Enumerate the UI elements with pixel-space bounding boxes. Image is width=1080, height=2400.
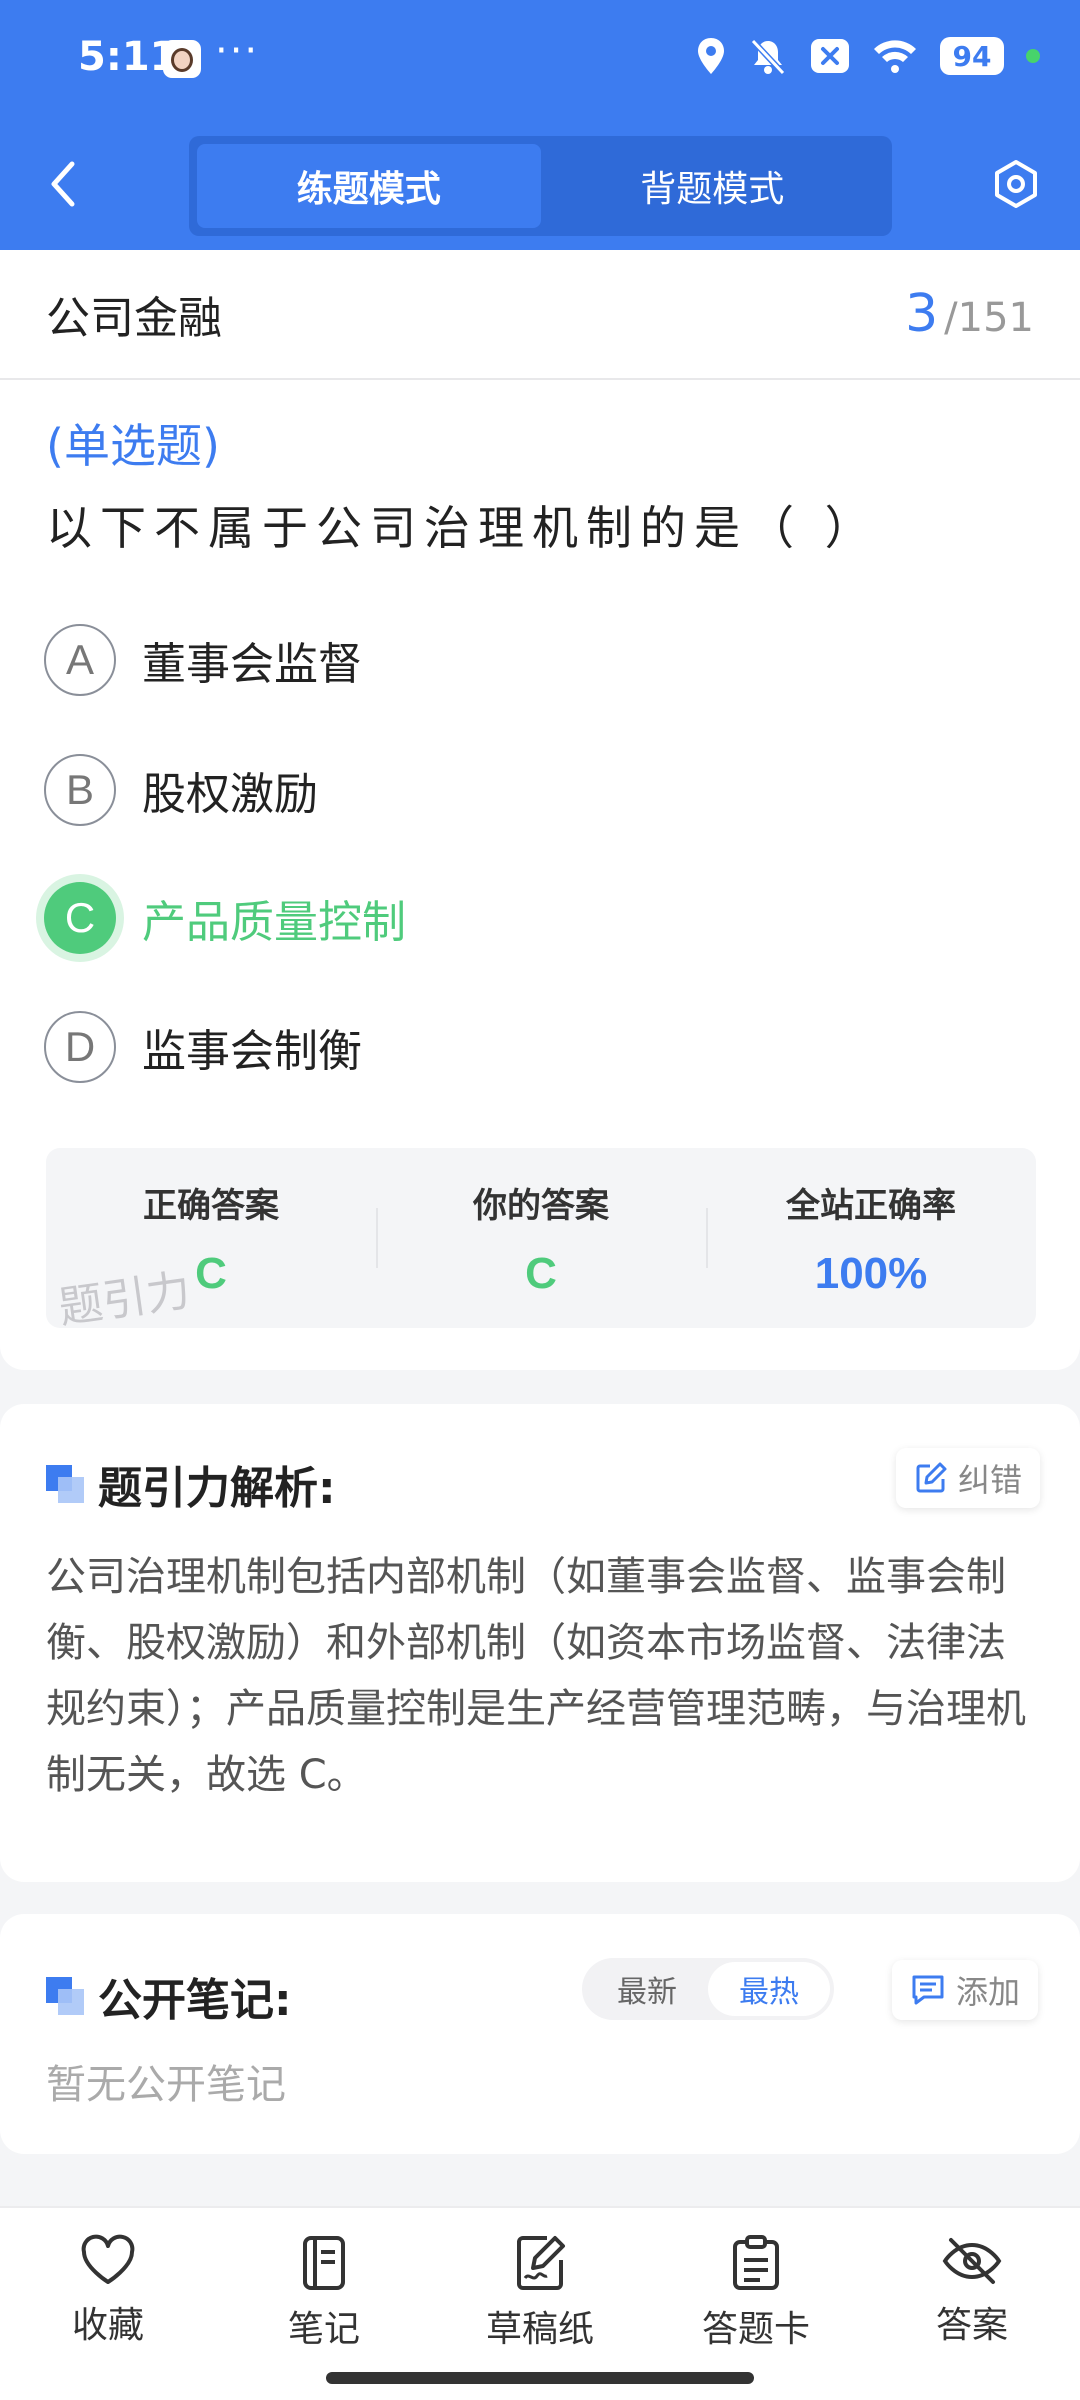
question-type: (单选题) [46, 419, 220, 473]
counter-separator: / [944, 295, 958, 341]
tab-practice-mode[interactable]: 练题模式 [197, 144, 541, 228]
analysis-text: 公司治理机制包括内部机制（如董事会监督、监事会制衡、股权激励）和外部机制（如资本… [46, 1554, 1026, 1798]
your-answer-label: 你的答案 [473, 1186, 609, 1226]
notes-label: 笔记 [287, 2309, 360, 2350]
mode-tabs: 练题模式 背题模式 [189, 136, 892, 236]
question-counter[interactable]: 3/151 [905, 284, 1034, 344]
sort-latest[interactable]: 最新 [586, 1962, 708, 2016]
avatar-notification-icon [163, 40, 201, 78]
notebook-icon [303, 2236, 345, 2290]
bottom-toolbar: 收藏 笔记 草稿纸 答题卡 答案 [0, 2206, 1080, 2400]
draft-paper-button[interactable]: 草稿纸 [450, 2234, 630, 2352]
status-icons: 94 [696, 34, 1040, 78]
question-card: 公司金融 3/151 (单选题) 以下不属于公司治理机制的是（ ） A 董事会监督… [0, 250, 1080, 1370]
question-text: (单选题) 以下不属于公司治理机制的是（ ） [46, 405, 1036, 569]
favorite-label: 收藏 [71, 2305, 144, 2346]
answer-sheet-label: 答题卡 [701, 2309, 810, 2350]
answer-sheet-button[interactable]: 答题卡 [666, 2234, 846, 2352]
option-letter: B [44, 754, 116, 826]
notes-header: 公开笔记: [46, 1964, 292, 2028]
settings-icon[interactable] [990, 158, 1042, 210]
notes-sort-toggle: 最新 最热 [582, 1958, 834, 2020]
edit-icon [916, 1462, 947, 1493]
question-title-bar: 公司金融 3/151 [0, 250, 1080, 380]
notes-card: 公开笔记: 最新 最热 添加 暂无公开笔记 [0, 1914, 1080, 2154]
analysis-card: 题引力解析: 纠错 公司治理机制包括内部机制（如董事会监督、监事会制衡、股权激励… [0, 1404, 1080, 1882]
charging-dot [1026, 49, 1040, 63]
accuracy-label: 全站正确率 [786, 1186, 956, 1226]
option-text: 董事会监督 [142, 639, 362, 690]
battery-level: 94 [940, 37, 1004, 75]
empty-notes-text: 暂无公开笔记 [46, 2062, 286, 2108]
heart-icon [81, 2234, 135, 2284]
more-notifications-icon: ··· [215, 28, 260, 74]
add-note-label: 添加 [956, 1973, 1021, 2011]
tab-memorize-mode[interactable]: 背题模式 [541, 144, 885, 228]
report-error-button[interactable]: 纠错 [896, 1448, 1041, 1508]
option-d[interactable]: D 监事会制衡 [44, 1009, 362, 1085]
home-indicator[interactable] [326, 2372, 754, 2384]
analysis-header: 题引力解析: [46, 1452, 336, 1516]
total-questions: 151 [957, 295, 1034, 341]
option-text: 产品质量控制 [142, 897, 406, 948]
eye-off-icon [942, 2238, 1002, 2284]
wifi-icon [874, 40, 916, 73]
add-note-button[interactable]: 添加 [892, 1960, 1039, 2020]
option-letter: C [44, 882, 116, 954]
location-icon [698, 38, 724, 74]
option-c[interactable]: C 产品质量控制 [44, 880, 406, 956]
sort-hottest[interactable]: 最热 [708, 1962, 830, 2016]
answer-summary: 正确答案 C 题引力 你的答案 C 全站正确率 100% [46, 1148, 1036, 1334]
draft-icon [517, 2236, 565, 2290]
mute-icon [750, 38, 786, 76]
close-app-icon [811, 39, 849, 73]
option-text: 股权激励 [142, 769, 318, 820]
option-letter: D [44, 1011, 116, 1083]
top-header: 5:11 ··· 94 练题模式 背题模式 [0, 0, 1080, 250]
correct-answer-label: 正确答案 [143, 1186, 279, 1226]
section-marker-icon [46, 1465, 84, 1503]
accuracy-block: 全站正确率 100% [706, 1148, 1036, 1328]
correct-answer-block: 正确答案 C 题引力 [46, 1148, 376, 1334]
status-bar: 5:11 ··· 94 [0, 0, 1080, 110]
analysis-title: 题引力解析: [98, 1463, 336, 1514]
comment-icon [912, 1975, 944, 2005]
option-text: 监事会制衡 [142, 1026, 362, 1077]
option-b[interactable]: B 股权激励 [44, 752, 318, 828]
favorite-button[interactable]: 收藏 [18, 2234, 198, 2348]
show-answer-label: 答案 [935, 2305, 1008, 2346]
option-letter: A [44, 624, 116, 696]
notes-title: 公开笔记: [98, 1975, 292, 2026]
accuracy-value: 100% [814, 1249, 928, 1298]
current-question-number: 3 [905, 284, 939, 344]
clipboard-icon [733, 2235, 779, 2290]
question-stem: 以下不属于公司治理机制的是（ ） [46, 501, 879, 555]
subject-title: 公司金融 [46, 293, 222, 344]
notes-button[interactable]: 笔记 [234, 2234, 414, 2352]
your-answer-block: 你的答案 C [376, 1148, 706, 1328]
option-a[interactable]: A 董事会监督 [44, 622, 362, 698]
section-marker-icon [46, 1977, 84, 2015]
back-icon[interactable] [44, 158, 84, 210]
report-error-label: 纠错 [958, 1461, 1023, 1499]
draft-paper-label: 草稿纸 [485, 2309, 594, 2350]
your-answer-value: C [525, 1249, 557, 1298]
show-answer-button[interactable]: 答案 [882, 2234, 1062, 2348]
